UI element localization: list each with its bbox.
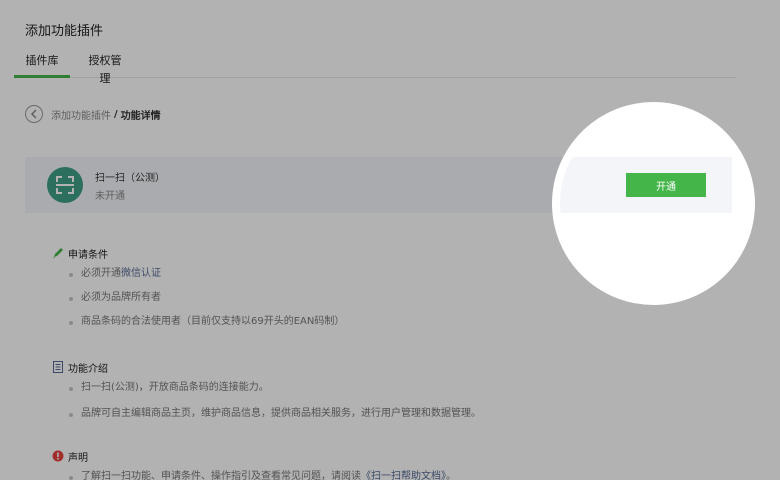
intro-list: 扫一扫(公测)，开放商品条码的连接能力。 品牌可自主编辑商品主页，维护商品信息，… (52, 379, 481, 429)
tab-plugin-library[interactable]: 插件库 (14, 52, 70, 78)
conditions-list: 必须开通微信认证 必须为品牌所有者 商品条码的合法使用者（目前仅支持以69开头的… (52, 265, 344, 337)
page-title: 添加功能插件 (25, 24, 104, 39)
intro-title: 功能介绍 (68, 363, 108, 375)
warning-icon (52, 450, 64, 462)
list-item: 商品条码的合法使用者（目前仅支持以69开头的EAN码制） (52, 313, 344, 337)
statement-list: 了解扫一扫功能、申请条件、操作指引及查看常见问题，请阅读《扫一扫帮助文档》。 (52, 468, 456, 480)
spotlight-open-button[interactable]: 开通 (626, 173, 706, 197)
chevron-left-icon (30, 109, 37, 119)
conditions-section: 申请条件 必须开通微信认证 必须为品牌所有者 商品条码的合法使用者（目前仅支持以… (52, 245, 344, 337)
wechat-verification-link[interactable]: 微信认证 (121, 268, 161, 279)
list-item: 了解扫一扫功能、申请条件、操作指引及查看常见问题，请阅读《扫一扫帮助文档》。 (52, 468, 456, 480)
list-item: 必须为品牌所有者 (52, 289, 344, 313)
plugin-name: 扫一扫（公测） (95, 173, 165, 184)
spotlight-highlight: 开通 (552, 102, 755, 305)
scan-icon (56, 176, 74, 194)
tab-bar: 插件库 授权管理 (14, 52, 736, 85)
pencil-icon (53, 248, 63, 258)
list-item: 品牌可自主编辑商品主页，维护商品信息，提供商品相关服务，进行用户管理和数据管理。 (52, 405, 481, 429)
conditions-title: 申请条件 (68, 249, 108, 261)
tab-authorization-management[interactable]: 授权管理 (84, 52, 126, 85)
breadcrumb-current: 功能详情 (120, 110, 161, 122)
breadcrumb-parent-link[interactable]: 添加功能插件 (51, 107, 111, 122)
breadcrumb-separator: / (114, 108, 118, 120)
plugin-status: 未开通 (95, 191, 125, 202)
scan-plugin-logo (47, 167, 83, 203)
list-item: 必须开通微信认证 (52, 265, 344, 289)
back-button[interactable] (25, 105, 43, 123)
help-document-link[interactable]: 《扫一扫帮助文档》 (361, 471, 446, 480)
list-item: 扫一扫(公测)，开放商品条码的连接能力。 (52, 379, 481, 405)
intro-section: 功能介绍 扫一扫(公测)，开放商品条码的连接能力。 品牌可自主编辑商品主页，维护… (52, 359, 481, 429)
breadcrumb: 添加功能插件 / 功能详情 (25, 104, 161, 124)
statement-section: 声明 了解扫一扫功能、申请条件、操作指引及查看常见问题，请阅读《扫一扫帮助文档》… (52, 448, 456, 480)
statement-title: 声明 (68, 452, 88, 464)
document-icon (53, 361, 63, 373)
page: 添加功能插件 插件库 授权管理 添加功能插件 / 功能详情 扫一扫（公测） 未开… (0, 0, 780, 480)
